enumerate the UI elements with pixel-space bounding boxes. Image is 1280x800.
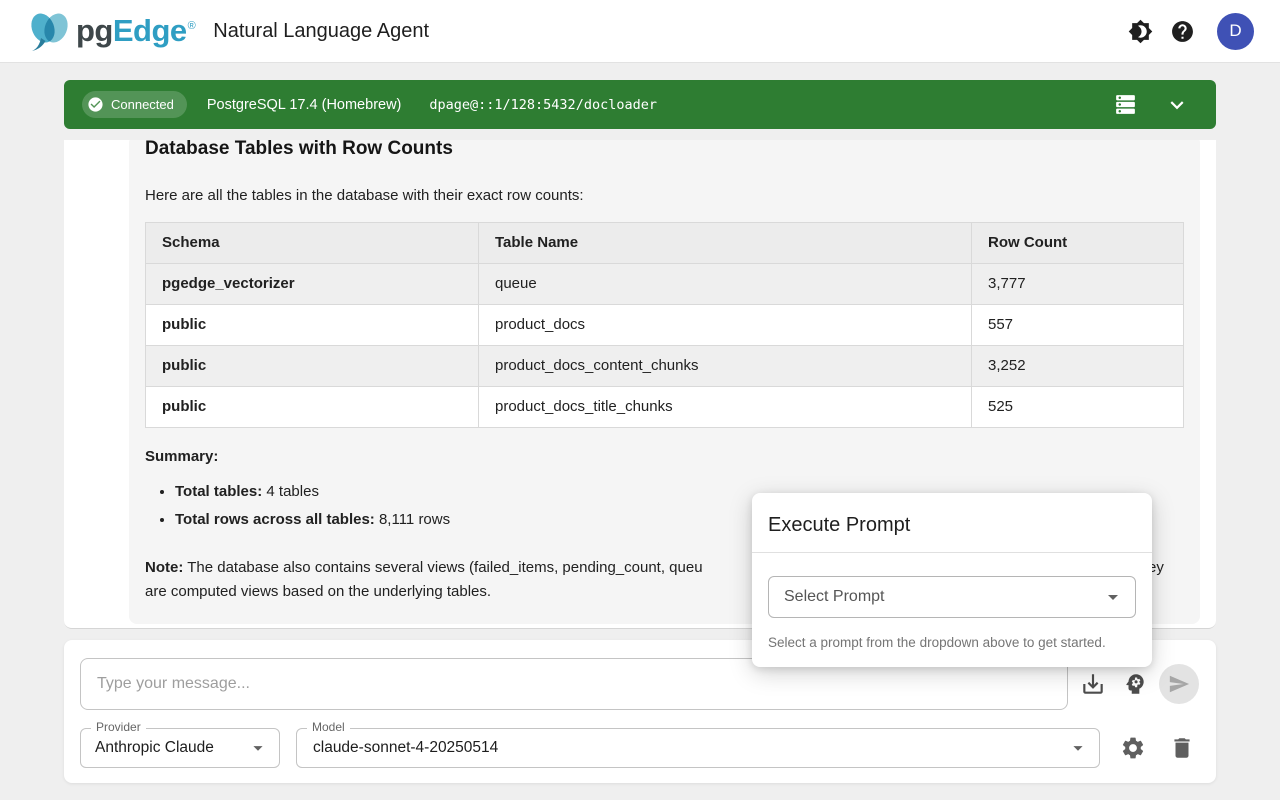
message-intro: Here are all the tables in the database … — [145, 186, 1184, 206]
theme-toggle-button[interactable] — [1119, 10, 1161, 52]
table-name-cell: product_docs_title_chunks — [479, 387, 972, 428]
schema-cell: pgedge_vectorizer — [146, 264, 479, 305]
note-visible-start: The database also contains several views… — [183, 559, 702, 576]
provider-value: Anthropic Claude — [95, 739, 214, 757]
pgedge-logo: pgEdge® — [26, 9, 195, 53]
row-count-cell: 557 — [972, 305, 1184, 346]
table-row: publicproduct_docs557 — [146, 305, 1184, 346]
provider-label: Provider — [91, 720, 146, 734]
page-title: Natural Language Agent — [213, 20, 429, 43]
row-count-cell: 3,777 — [972, 264, 1184, 305]
settings-button[interactable] — [1119, 734, 1147, 762]
pgedge-logo-text: pgEdge® — [76, 13, 195, 49]
connection-expand-button[interactable] — [1156, 84, 1198, 126]
prompt-helper-text: Select a prompt from the dropdown above … — [768, 635, 1136, 650]
download-button[interactable] — [1079, 670, 1107, 698]
row-count-cell: 525 — [972, 387, 1184, 428]
model-select[interactable]: Model claude-sonnet-4-20250514 — [296, 728, 1100, 768]
connection-list-button[interactable] — [1104, 84, 1146, 126]
chevron-down-icon — [1164, 92, 1190, 118]
prompt-assistant-button[interactable] — [1121, 670, 1149, 698]
dropdown-arrow-icon — [1067, 737, 1089, 759]
connection-bar: Connected PostgreSQL 17.4 (Homebrew) dpa… — [64, 80, 1216, 129]
logo-pg: pg — [76, 13, 113, 49]
table-name-cell: product_docs — [479, 305, 972, 346]
schema-cell: public — [146, 387, 479, 428]
brightness-theme-icon — [1128, 19, 1153, 44]
dropdown-arrow-icon — [1101, 585, 1125, 609]
column-header: Schema — [146, 223, 479, 264]
summary-heading: Summary: — [145, 447, 1184, 467]
results-table: SchemaTable NameRow Count pgedge_vectori… — [145, 222, 1184, 428]
connection-string: dpage@::1/128:5432/docloader — [429, 97, 657, 113]
results-table-body: pgedge_vectorizerqueue3,777publicproduct… — [146, 264, 1184, 428]
clear-chat-button[interactable] — [1168, 734, 1196, 762]
column-header: Row Count — [972, 223, 1184, 264]
note-label: Note: — [145, 559, 183, 576]
provider-select[interactable]: Provider Anthropic Claude — [80, 728, 280, 768]
prompt-divider — [752, 552, 1152, 553]
table-row: publicproduct_docs_content_chunks3,252 — [146, 346, 1184, 387]
server-version-label: PostgreSQL 17.4 (Homebrew) — [207, 97, 402, 113]
results-table-head-row: SchemaTable NameRow Count — [146, 223, 1184, 264]
model-label: Model — [307, 720, 350, 734]
connection-status-label: Connected — [111, 97, 174, 112]
app-header: pgEdge® Natural Language Agent D — [0, 0, 1280, 63]
connection-status-badge: Connected — [82, 91, 187, 118]
select-prompt-value: Select Prompt — [784, 588, 884, 606]
download-icon — [1080, 671, 1106, 697]
row-count-cell: 3,252 — [972, 346, 1184, 387]
check-circle-icon — [87, 96, 104, 113]
psychology-icon — [1122, 671, 1148, 697]
dropdown-arrow-icon — [247, 737, 269, 759]
schema-cell: public — [146, 346, 479, 387]
select-prompt-dropdown[interactable]: Select Prompt — [768, 576, 1136, 618]
table-row: publicproduct_docs_title_chunks525 — [146, 387, 1184, 428]
gear-icon — [1120, 735, 1146, 761]
send-button[interactable] — [1159, 664, 1199, 704]
execute-prompt-title: Execute Prompt — [768, 514, 1136, 537]
logo-registered-mark: ® — [188, 20, 196, 32]
message-heading: Database Tables with Row Counts — [145, 140, 1184, 161]
model-value: claude-sonnet-4-20250514 — [313, 739, 498, 757]
table-name-cell: queue — [479, 264, 972, 305]
table-row: pgedge_vectorizerqueue3,777 — [146, 264, 1184, 305]
column-header: Table Name — [479, 223, 972, 264]
help-icon — [1170, 19, 1195, 44]
trash-icon — [1169, 735, 1195, 761]
pgedge-logo-mark — [26, 9, 74, 53]
user-avatar[interactable]: D — [1217, 13, 1254, 50]
send-icon — [1168, 673, 1190, 695]
server-list-icon — [1113, 92, 1138, 117]
execute-prompt-panel: Execute Prompt Select Prompt Select a pr… — [752, 493, 1152, 667]
logo-edge: Edge — [113, 13, 187, 49]
schema-cell: public — [146, 305, 479, 346]
help-button[interactable] — [1161, 10, 1203, 52]
table-name-cell: product_docs_content_chunks — [479, 346, 972, 387]
